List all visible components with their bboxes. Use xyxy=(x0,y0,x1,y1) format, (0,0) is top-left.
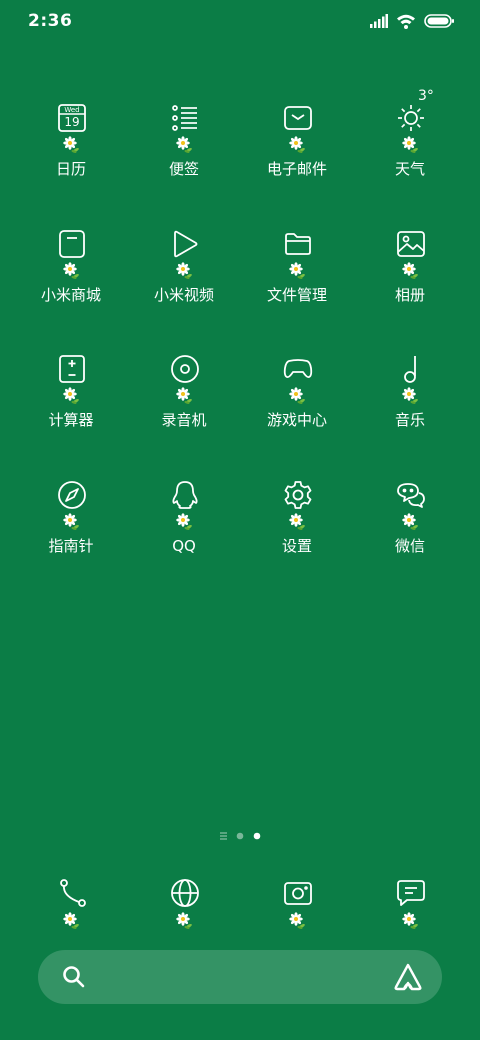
app-gallery[interactable]: 相册 xyxy=(354,229,466,339)
daisy-icon xyxy=(289,912,307,930)
app-notes[interactable]: 便签 xyxy=(128,103,240,213)
dock-camera[interactable] xyxy=(241,878,353,938)
daisy-icon xyxy=(63,513,81,531)
calculator-icon xyxy=(57,354,87,384)
daisy-icon xyxy=(402,513,420,531)
battery-icon xyxy=(424,14,454,28)
email-icon xyxy=(283,103,313,133)
video-icon xyxy=(170,229,200,259)
weather-icon xyxy=(396,103,426,133)
browser-icon xyxy=(170,878,200,908)
dock-browser[interactable] xyxy=(128,878,240,938)
app-label: 电子邮件 xyxy=(266,160,327,178)
daisy-icon xyxy=(402,387,420,405)
page-dot[interactable] xyxy=(236,832,244,840)
daisy-icon xyxy=(289,136,307,154)
app-wechat[interactable]: 微信 xyxy=(354,480,466,590)
daisy-icon xyxy=(176,513,194,531)
camera-icon xyxy=(283,878,313,908)
app-compass[interactable]: 指南针 xyxy=(15,480,127,590)
daisy-icon xyxy=(402,262,420,280)
status-icons xyxy=(370,11,454,31)
app-calendar[interactable]: Wed 19 日历 xyxy=(15,103,127,213)
app-mi-store[interactable]: 小米商城 xyxy=(15,229,127,339)
app-label: 相册 xyxy=(394,286,425,304)
music-icon xyxy=(396,354,426,384)
daisy-icon xyxy=(63,387,81,405)
app-label: 游戏中心 xyxy=(266,411,327,429)
daisy-icon xyxy=(289,387,307,405)
app-recorder[interactable]: 录音机 xyxy=(128,354,240,464)
gamepad-icon xyxy=(283,354,313,384)
daisy-icon xyxy=(176,912,194,930)
folder-icon xyxy=(283,229,313,259)
page-indicator-list-icon xyxy=(220,832,227,840)
daisy-icon xyxy=(289,262,307,280)
status-bar: 2:36 xyxy=(0,0,480,42)
search-icon[interactable] xyxy=(60,963,88,991)
app-video[interactable]: 小米视频 xyxy=(128,229,240,339)
daisy-icon xyxy=(176,136,194,154)
mi-store-icon xyxy=(57,229,87,259)
voice-assistant-icon[interactable] xyxy=(392,961,424,993)
app-label: 小米商城 xyxy=(40,286,101,304)
status-time: 2:36 xyxy=(28,11,73,31)
page-indicator[interactable] xyxy=(0,829,480,843)
daisy-icon xyxy=(63,136,81,154)
app-weather[interactable]: 天气 xyxy=(354,103,466,213)
wechat-icon xyxy=(396,480,426,510)
app-file-manager[interactable]: 文件管理 xyxy=(241,229,353,339)
app-calculator[interactable]: 计算器 xyxy=(15,354,127,464)
app-email[interactable]: 电子邮件 xyxy=(241,103,353,213)
app-label: 小米视频 xyxy=(153,286,214,304)
weather-temperature: 3° xyxy=(418,88,434,104)
qq-icon xyxy=(170,480,200,510)
compass-icon xyxy=(57,480,87,510)
daisy-icon xyxy=(176,387,194,405)
app-label: 计算器 xyxy=(48,411,94,429)
app-label: 便签 xyxy=(168,160,199,178)
calendar-weekday: Wed xyxy=(64,106,80,114)
app-qq[interactable]: QQ xyxy=(128,480,240,590)
app-label: 文件管理 xyxy=(266,286,327,304)
app-settings[interactable]: 设置 xyxy=(241,480,353,590)
daisy-icon xyxy=(289,513,307,531)
app-music[interactable]: 音乐 xyxy=(354,354,466,464)
recorder-icon xyxy=(170,354,200,384)
app-label: 日历 xyxy=(55,160,86,178)
daisy-icon xyxy=(63,912,81,930)
calendar-icon: Wed 19 xyxy=(57,103,87,133)
daisy-icon xyxy=(402,136,420,154)
daisy-icon xyxy=(63,262,81,280)
app-label: QQ xyxy=(172,537,196,555)
daisy-icon xyxy=(402,912,420,930)
dock-messages[interactable] xyxy=(354,878,466,938)
dock-phone[interactable] xyxy=(15,878,127,938)
search-bar[interactable] xyxy=(38,950,442,1004)
wifi-icon xyxy=(396,13,416,29)
app-label: 设置 xyxy=(281,537,312,555)
gear-icon xyxy=(283,480,313,510)
app-label: 天气 xyxy=(394,160,425,178)
app-game-center[interactable]: 游戏中心 xyxy=(241,354,353,464)
signal-icon xyxy=(370,14,388,28)
phone-icon xyxy=(57,878,87,908)
calendar-day: 19 xyxy=(64,115,80,129)
app-label: 指南针 xyxy=(48,537,94,555)
notes-icon xyxy=(170,103,200,133)
gallery-icon xyxy=(396,229,426,259)
messages-icon xyxy=(396,878,426,908)
app-label: 录音机 xyxy=(161,411,207,429)
app-label: 微信 xyxy=(394,537,425,555)
app-label: 音乐 xyxy=(394,411,425,429)
page-dot-active[interactable] xyxy=(253,832,261,840)
daisy-icon xyxy=(176,262,194,280)
